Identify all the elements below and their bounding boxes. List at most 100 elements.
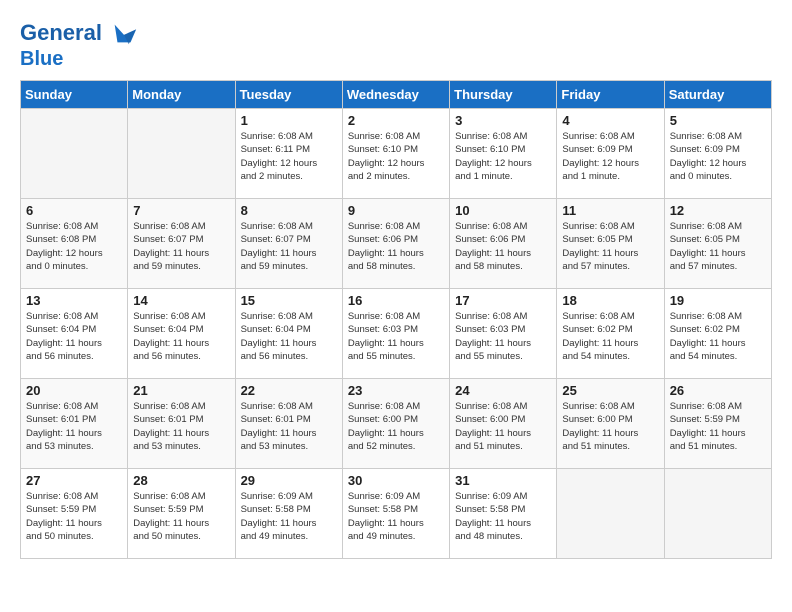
day-detail: Sunrise: 6:08 AM Sunset: 6:00 PM Dayligh…: [455, 400, 551, 453]
day-detail: Sunrise: 6:08 AM Sunset: 6:10 PM Dayligh…: [348, 130, 444, 183]
calendar-cell: 12 Sunrise: 6:08 AM Sunset: 6:05 PM Dayli…: [664, 199, 771, 289]
calendar-cell: 16 Sunrise: 6:08 AM Sunset: 6:03 PM Dayli…: [342, 289, 449, 379]
day-detail: Sunrise: 6:08 AM Sunset: 6:04 PM Dayligh…: [133, 310, 229, 363]
day-number: 9: [348, 203, 444, 218]
day-number: 31: [455, 473, 551, 488]
calendar-cell: 19Sunrise: 6:08 AM Sunset: 6:02 PM Dayli…: [664, 289, 771, 379]
day-number: 14: [133, 293, 229, 308]
logo: General Blue: [20, 20, 138, 70]
day-detail: Sunrise: 6:08 AM Sunset: 5:59 PM Dayligh…: [26, 490, 122, 543]
calendar-cell: 3Sunrise: 6:08 AM Sunset: 6:10 PM Daylig…: [450, 109, 557, 199]
day-detail: Sunrise: 6:08 AM Sunset: 6:09 PM Dayligh…: [562, 130, 658, 183]
calendar-cell: 5Sunrise: 6:08 AM Sunset: 6:09 PM Daylig…: [664, 109, 771, 199]
day-number: 19: [670, 293, 766, 308]
page-header: General Blue: [20, 20, 772, 70]
day-detail: Sunrise: 6:08 AM Sunset: 6:07 PM Dayligh…: [133, 220, 229, 273]
day-detail: Sunrise: 6:08 AM Sunset: 6:06 PM Dayligh…: [455, 220, 551, 273]
day-number: 5: [670, 113, 766, 128]
day-number: 28: [133, 473, 229, 488]
day-number: 22: [241, 383, 337, 398]
day-number: 11: [562, 203, 658, 218]
calendar-week-4: 20 Sunrise: 6:08 AM Sunset: 6:01 PM Dayli…: [21, 379, 772, 469]
day-detail: Sunrise: 6:09 AM Sunset: 5:58 PM Dayligh…: [455, 490, 551, 543]
day-number: 27: [26, 473, 122, 488]
calendar-cell: 10 Sunrise: 6:08 AM Sunset: 6:06 PM Dayli…: [450, 199, 557, 289]
calendar-cell: 30 Sunrise: 6:09 AM Sunset: 5:58 PM Dayli…: [342, 469, 449, 559]
calendar-cell: 4 Sunrise: 6:08 AM Sunset: 6:09 PM Daylig…: [557, 109, 664, 199]
day-detail: Sunrise: 6:08 AM Sunset: 6:01 PM Dayligh…: [133, 400, 229, 453]
day-detail: Sunrise: 6:08 AM Sunset: 6:00 PM Dayligh…: [348, 400, 444, 453]
day-number: 25: [562, 383, 658, 398]
calendar-week-5: 27 Sunrise: 6:08 AM Sunset: 5:59 PM Dayli…: [21, 469, 772, 559]
calendar-cell: 20 Sunrise: 6:08 AM Sunset: 6:01 PM Dayli…: [21, 379, 128, 469]
day-number: 23: [348, 383, 444, 398]
calendar-cell: 31 Sunrise: 6:09 AM Sunset: 5:58 PM Dayli…: [450, 469, 557, 559]
day-detail: Sunrise: 6:08 AM Sunset: 6:05 PM Dayligh…: [562, 220, 658, 273]
day-number: 10: [455, 203, 551, 218]
day-number: 20: [26, 383, 122, 398]
calendar-cell: 9 Sunrise: 6:08 AM Sunset: 6:06 PM Daylig…: [342, 199, 449, 289]
calendar-cell: 7 Sunrise: 6:08 AM Sunset: 6:07 PM Daylig…: [128, 199, 235, 289]
calendar-cell: 29Sunrise: 6:09 AM Sunset: 5:58 PM Dayli…: [235, 469, 342, 559]
calendar-cell: 22 Sunrise: 6:08 AM Sunset: 6:01 PM Dayli…: [235, 379, 342, 469]
calendar-week-3: 13 Sunrise: 6:08 AM Sunset: 6:04 PM Dayli…: [21, 289, 772, 379]
day-detail: Sunrise: 6:08 AM Sunset: 6:06 PM Dayligh…: [348, 220, 444, 273]
day-number: 12: [670, 203, 766, 218]
calendar-cell: 18 Sunrise: 6:08 AM Sunset: 6:02 PM Dayli…: [557, 289, 664, 379]
day-number: 30: [348, 473, 444, 488]
day-detail: Sunrise: 6:08 AM Sunset: 6:01 PM Dayligh…: [26, 400, 122, 453]
day-detail: Sunrise: 6:08 AM Sunset: 6:02 PM Dayligh…: [562, 310, 658, 363]
calendar-cell: 21 Sunrise: 6:08 AM Sunset: 6:01 PM Dayli…: [128, 379, 235, 469]
day-number: 13: [26, 293, 122, 308]
col-header-monday: Monday: [128, 81, 235, 109]
calendar-cell: 13 Sunrise: 6:08 AM Sunset: 6:04 PM Dayli…: [21, 289, 128, 379]
day-detail: Sunrise: 6:08 AM Sunset: 6:01 PM Dayligh…: [241, 400, 337, 453]
col-header-tuesday: Tuesday: [235, 81, 342, 109]
calendar-cell: [128, 109, 235, 199]
day-number: 1: [241, 113, 337, 128]
calendar-cell: 26Sunrise: 6:08 AM Sunset: 5:59 PM Dayli…: [664, 379, 771, 469]
calendar-cell: [557, 469, 664, 559]
calendar-cell: [664, 469, 771, 559]
logo-text: General: [20, 20, 138, 48]
col-header-saturday: Saturday: [664, 81, 771, 109]
col-header-wednesday: Wednesday: [342, 81, 449, 109]
day-detail: Sunrise: 6:08 AM Sunset: 5:59 PM Dayligh…: [670, 400, 766, 453]
day-detail: Sunrise: 6:08 AM Sunset: 6:11 PM Dayligh…: [241, 130, 337, 183]
day-detail: Sunrise: 6:08 AM Sunset: 6:03 PM Dayligh…: [348, 310, 444, 363]
calendar-cell: [21, 109, 128, 199]
day-number: 16: [348, 293, 444, 308]
calendar-cell: 2 Sunrise: 6:08 AM Sunset: 6:10 PM Daylig…: [342, 109, 449, 199]
calendar-cell: 28 Sunrise: 6:08 AM Sunset: 5:59 PM Dayli…: [128, 469, 235, 559]
day-number: 4: [562, 113, 658, 128]
day-number: 8: [241, 203, 337, 218]
day-detail: Sunrise: 6:08 AM Sunset: 6:05 PM Dayligh…: [670, 220, 766, 273]
day-detail: Sunrise: 6:08 AM Sunset: 6:03 PM Dayligh…: [455, 310, 551, 363]
day-number: 21: [133, 383, 229, 398]
col-header-sunday: Sunday: [21, 81, 128, 109]
day-detail: Sunrise: 6:08 AM Sunset: 6:04 PM Dayligh…: [26, 310, 122, 363]
day-detail: Sunrise: 6:08 AM Sunset: 6:10 PM Dayligh…: [455, 130, 551, 183]
calendar-cell: 6 Sunrise: 6:08 AM Sunset: 6:08 PM Daylig…: [21, 199, 128, 289]
day-detail: Sunrise: 6:08 AM Sunset: 6:00 PM Dayligh…: [562, 400, 658, 453]
day-detail: Sunrise: 6:08 AM Sunset: 6:04 PM Dayligh…: [241, 310, 337, 363]
calendar-cell: 14 Sunrise: 6:08 AM Sunset: 6:04 PM Dayli…: [128, 289, 235, 379]
day-number: 2: [348, 113, 444, 128]
calendar-cell: 1 Sunrise: 6:08 AM Sunset: 6:11 PM Daylig…: [235, 109, 342, 199]
calendar-cell: 23 Sunrise: 6:08 AM Sunset: 6:00 PM Dayli…: [342, 379, 449, 469]
calendar-week-1: 1 Sunrise: 6:08 AM Sunset: 6:11 PM Daylig…: [21, 109, 772, 199]
day-detail: Sunrise: 6:08 AM Sunset: 6:07 PM Dayligh…: [241, 220, 337, 273]
day-number: 29: [241, 473, 337, 488]
day-number: 7: [133, 203, 229, 218]
calendar-cell: 15Sunrise: 6:08 AM Sunset: 6:04 PM Dayli…: [235, 289, 342, 379]
day-number: 18: [562, 293, 658, 308]
day-number: 24: [455, 383, 551, 398]
day-detail: Sunrise: 6:08 AM Sunset: 5:59 PM Dayligh…: [133, 490, 229, 543]
day-number: 17: [455, 293, 551, 308]
day-detail: Sunrise: 6:09 AM Sunset: 5:58 PM Dayligh…: [348, 490, 444, 543]
day-detail: Sunrise: 6:08 AM Sunset: 6:08 PM Dayligh…: [26, 220, 122, 273]
calendar-cell: 11 Sunrise: 6:08 AM Sunset: 6:05 PM Dayli…: [557, 199, 664, 289]
calendar-table: SundayMondayTuesdayWednesdayThursdayFrid…: [20, 80, 772, 559]
calendar-cell: 25 Sunrise: 6:08 AM Sunset: 6:00 PM Dayli…: [557, 379, 664, 469]
day-number: 6: [26, 203, 122, 218]
